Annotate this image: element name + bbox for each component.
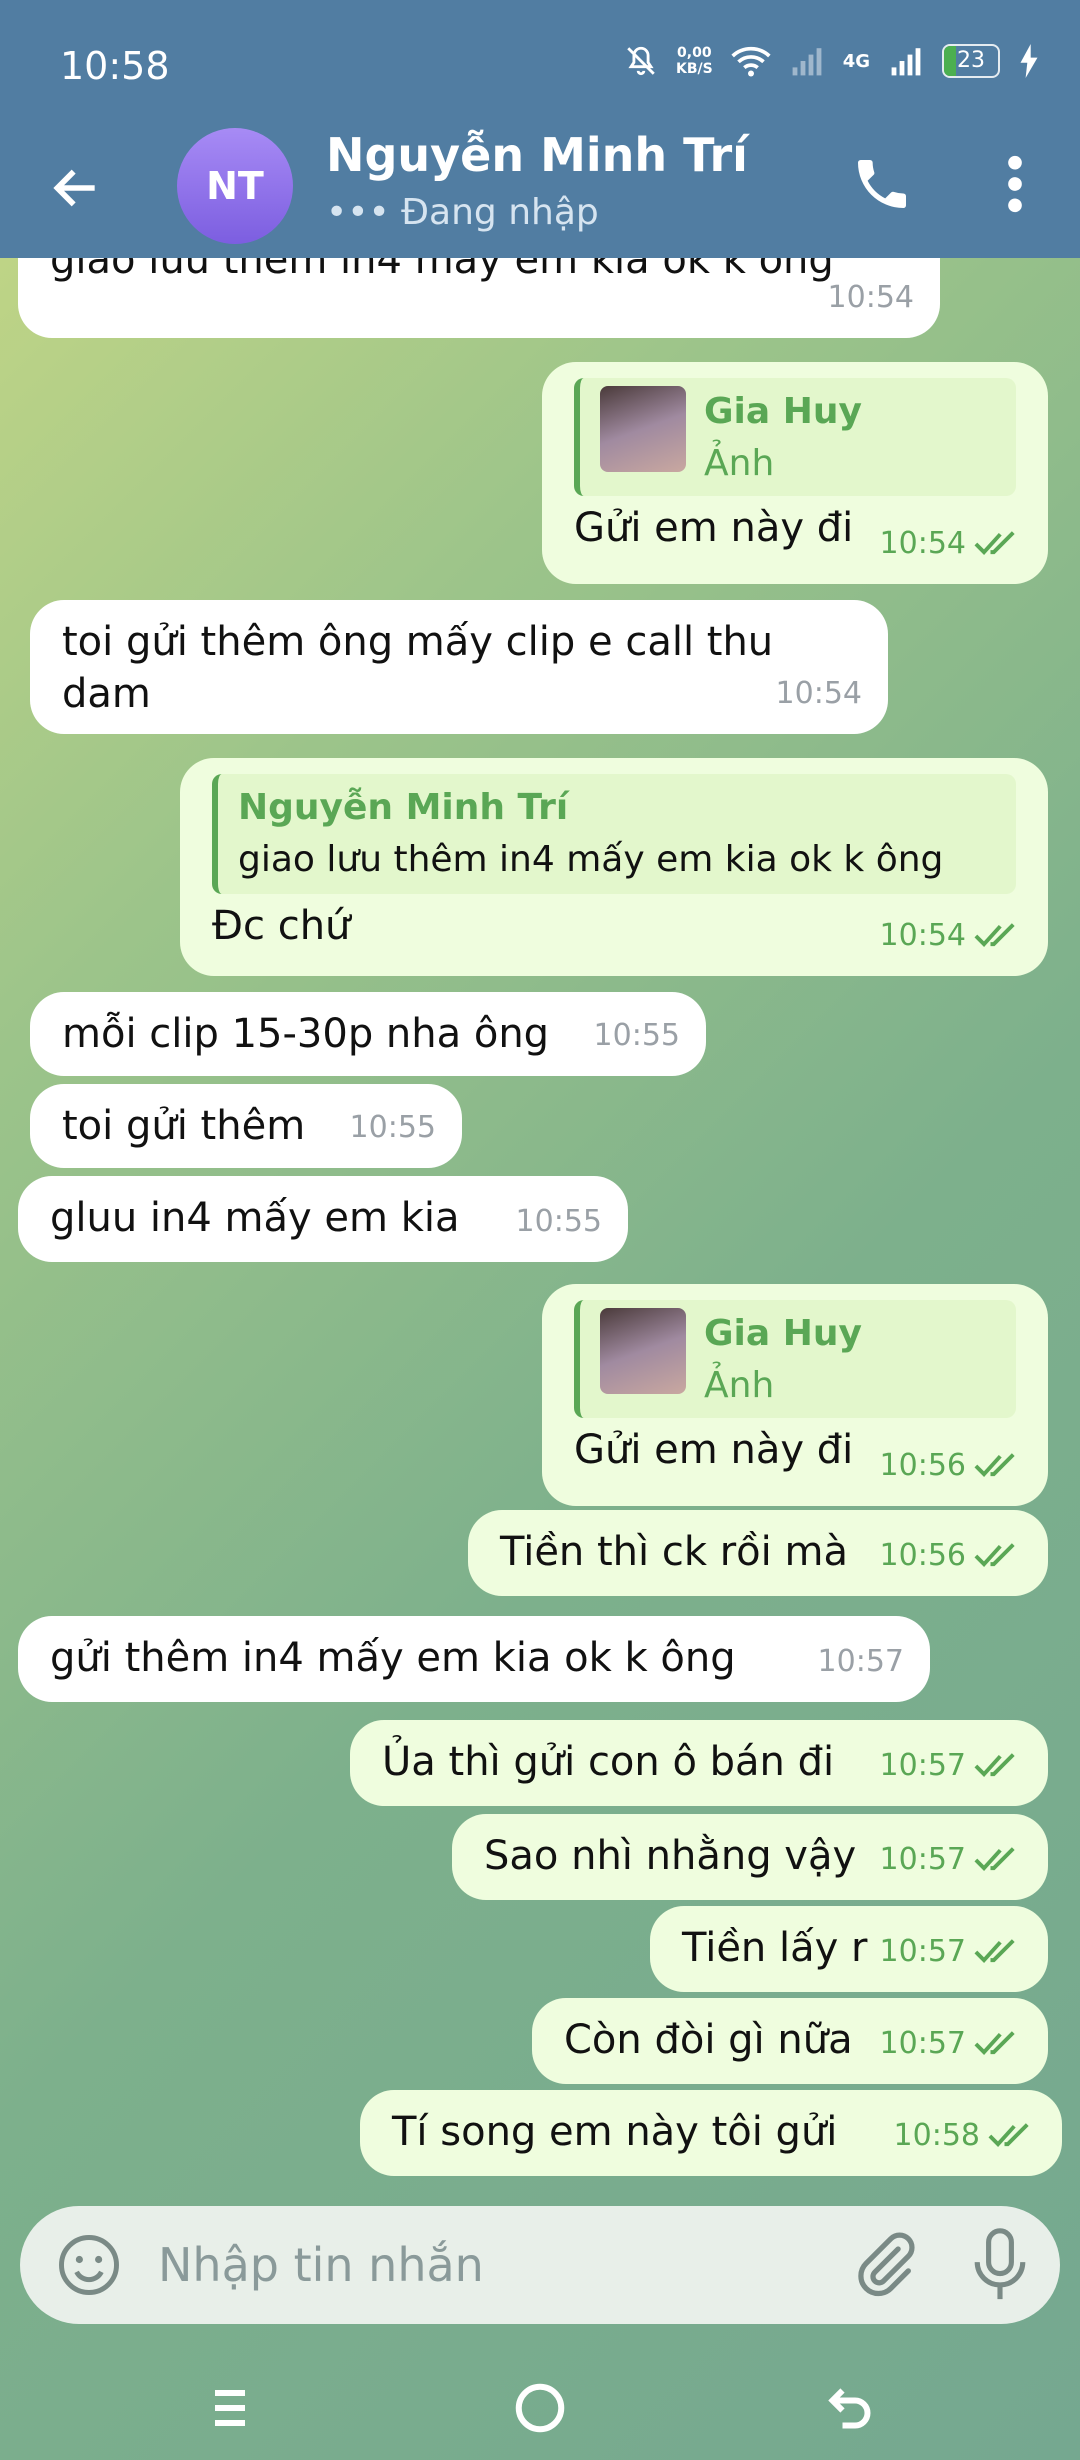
- message-in[interactable]: gửi thêm in4 mấy em kia ok k ông 10:57: [18, 1616, 930, 1702]
- message-out[interactable]: Gia Huy Ảnh Gửi em này đi 10:56: [542, 1284, 1048, 1506]
- double-check-icon: [974, 1543, 1015, 1567]
- message-time: 10:57: [879, 1934, 966, 1969]
- double-check-icon: [974, 1453, 1015, 1477]
- signal-icon-1: [792, 48, 822, 76]
- message-out[interactable]: Tiền lấy r 10:57: [650, 1906, 1048, 1992]
- message-time: 10:55: [593, 1018, 680, 1053]
- message-in[interactable]: giao lưu thêm in4 mấy em kia ok k ông 10…: [18, 258, 940, 338]
- arrow-left-icon[interactable]: [48, 160, 104, 216]
- reply-preview[interactable]: Gia Huy Ảnh: [574, 378, 1016, 496]
- system-nav-bar: [0, 2350, 1080, 2460]
- message-time: 10:57: [879, 1842, 966, 1877]
- wifi-icon: [731, 46, 771, 77]
- reply-preview[interactable]: Nguyễn Minh Trí giao lưu thêm in4 mấy em…: [212, 774, 1016, 894]
- reply-preview[interactable]: Gia Huy Ảnh: [574, 1300, 1016, 1418]
- more-vert-icon[interactable]: [1000, 152, 1030, 216]
- double-check-icon: [974, 531, 1015, 555]
- double-check-icon: [974, 1847, 1015, 1871]
- double-check-icon: [974, 1753, 1015, 1777]
- image-thumbnail: [600, 386, 686, 472]
- home-icon[interactable]: [510, 2378, 570, 2438]
- message-composer: [20, 2206, 1060, 2324]
- paperclip-icon[interactable]: [850, 2230, 920, 2300]
- message-time: 10:56: [879, 1448, 966, 1483]
- emoji-icon[interactable]: [56, 2232, 122, 2298]
- message-time: 10:55: [515, 1204, 602, 1239]
- message-out[interactable]: Sao nhì nhằng vậy 10:57: [452, 1814, 1048, 1900]
- message-time: 10:57: [879, 1748, 966, 1783]
- message-in[interactable]: toi gửi thêm ông mấy clip e call thu dam…: [30, 600, 888, 734]
- message-out[interactable]: Tiền thì ck rồi mà 10:56: [468, 1510, 1048, 1596]
- chat-title[interactable]: Nguyễn Minh Trí: [326, 128, 748, 182]
- back-nav-icon[interactable]: [820, 2378, 880, 2438]
- double-check-icon: [974, 2031, 1015, 2055]
- status-bar: 10:58 0,00 KB/S 4G 23: [0, 0, 1080, 128]
- net-speed: 0,00 KB/S: [675, 45, 713, 77]
- message-out[interactable]: Còn đòi gì nữa 10:57: [532, 1998, 1048, 2084]
- message-time: 10:56: [879, 1538, 966, 1573]
- double-check-icon: [974, 1939, 1015, 1963]
- message-in[interactable]: gluu in4 mấy em kia 10:55: [18, 1176, 628, 1262]
- message-out[interactable]: Gia Huy Ảnh Gửi em này đi 10:54: [542, 362, 1048, 584]
- status-time: 10:58: [60, 44, 170, 88]
- message-in[interactable]: toi gửi thêm 10:55: [30, 1084, 462, 1168]
- chat-header: NT Nguyễn Minh Trí ••• Đang nhập: [0, 128, 1080, 258]
- message-input[interactable]: [158, 2234, 798, 2296]
- chat-status: ••• Đang nhập: [326, 192, 599, 233]
- message-out[interactable]: Tí song em này tôi gửi 10:58: [360, 2090, 1062, 2176]
- double-check-icon: [988, 2123, 1029, 2147]
- microphone-icon[interactable]: [970, 2228, 1030, 2302]
- image-thumbnail: [600, 1308, 686, 1394]
- battery-indicator: 23: [942, 44, 1000, 78]
- message-out[interactable]: Nguyễn Minh Trí giao lưu thêm in4 mấy em…: [180, 758, 1048, 976]
- recent-apps-icon[interactable]: [200, 2378, 260, 2438]
- signal-icon-2: [891, 48, 921, 76]
- message-time: 10:54: [827, 280, 914, 315]
- message-time: 10:54: [775, 676, 862, 711]
- status-icons: 0,00 KB/S 4G 23: [624, 44, 1040, 78]
- message-time: 10:58: [893, 2118, 980, 2153]
- message-in[interactable]: mỗi clip 15-30p nha ông 10:55: [30, 992, 706, 1076]
- network-type: 4G: [842, 50, 870, 72]
- avatar[interactable]: NT: [177, 128, 293, 244]
- charging-icon: [1020, 44, 1038, 78]
- message-out[interactable]: Ủa thì gửi con ô bán đi 10:57: [350, 1720, 1048, 1806]
- message-time: 10:54: [879, 918, 966, 953]
- mute-icon: [627, 46, 655, 76]
- message-list[interactable]: giao lưu thêm in4 mấy em kia ok k ông 10…: [0, 258, 1080, 2208]
- double-check-icon: [974, 923, 1015, 947]
- message-time: 10:57: [879, 2026, 966, 2061]
- message-time: 10:55: [349, 1110, 436, 1145]
- message-time: 10:57: [817, 1644, 904, 1679]
- message-time: 10:54: [879, 526, 966, 561]
- phone-icon[interactable]: [850, 152, 914, 216]
